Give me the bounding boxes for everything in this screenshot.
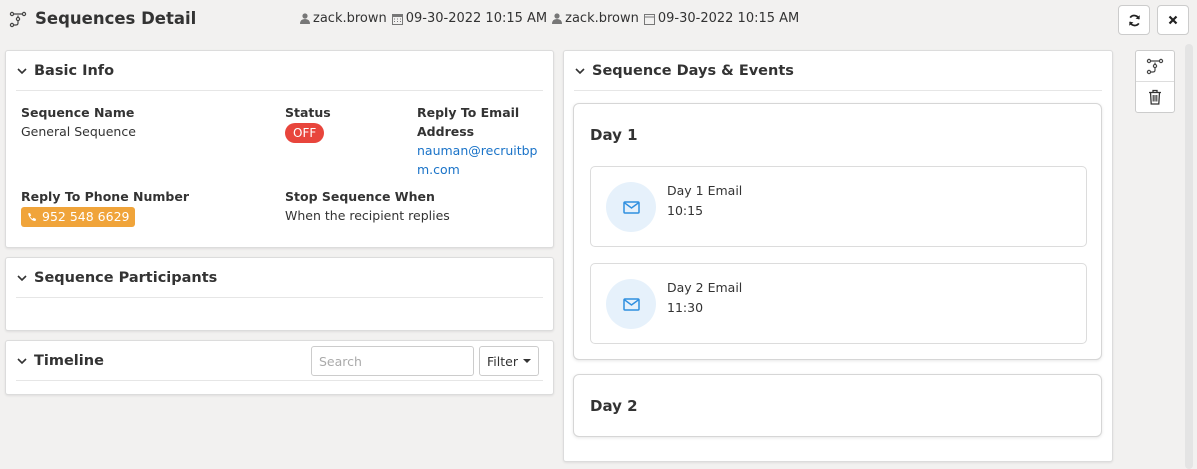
side-toolbar	[1135, 50, 1175, 113]
stop-when-value: When the recipient replies	[285, 208, 450, 223]
refresh-icon	[1128, 14, 1140, 26]
basic-info-header[interactable]: Basic Info	[16, 51, 543, 91]
event-card[interactable]: Day 1 Email 10:15	[590, 166, 1087, 247]
sequence-icon	[9, 11, 27, 28]
days-events-header[interactable]: Sequence Days & Events	[574, 51, 1102, 91]
panel-title: Basic Info	[34, 62, 115, 79]
event-name: Day 2 Email	[667, 280, 743, 295]
chevron-down-icon	[17, 358, 27, 365]
sequence-icon	[1146, 58, 1164, 75]
chevron-down-icon	[17, 275, 27, 282]
panel-title: Sequence Participants	[34, 269, 218, 286]
reply-email-link[interactable]: nauman@recruitbp m.com	[417, 141, 538, 179]
timeline-panel: Timeline Filter	[5, 340, 554, 395]
stop-when-label: Stop Sequence When	[285, 189, 435, 204]
calendar-icon	[391, 13, 403, 25]
scrollbar[interactable]	[1185, 44, 1193, 469]
created-at: 09-30-2022 10:15 AM	[405, 11, 548, 26]
filter-dropdown-button[interactable]: Filter	[479, 346, 539, 376]
reply-phone-label: Reply To Phone Number	[21, 189, 189, 204]
day-title: Day 2	[590, 397, 638, 415]
filter-label: Filter	[487, 353, 518, 369]
sequence-name-label: Sequence Name	[21, 105, 135, 120]
envelope-icon	[606, 182, 656, 232]
basic-info-panel: Basic Info Sequence Name General Sequenc…	[5, 50, 554, 248]
reply-phone-badge[interactable]: 952 548 6629	[21, 207, 136, 227]
record-meta: zack.brown 09-30-2022 10:15 AM zack.brow…	[300, 11, 799, 26]
page-title: Sequences Detail	[35, 9, 197, 28]
modified-at: 09-30-2022 10:15 AM	[657, 11, 800, 26]
phone-icon	[28, 213, 36, 222]
calendar-icon	[643, 13, 655, 25]
timeline-search-input[interactable]	[311, 346, 474, 376]
days-events-panel: Sequence Days & Events Day 1 Day 1 Email…	[563, 50, 1113, 462]
page-header: Sequences Detail zack.brown 09-30-2022 1…	[0, 0, 1197, 40]
close-icon	[1168, 15, 1178, 25]
event-card[interactable]: Day 2 Email 11:30	[590, 263, 1087, 344]
panel-title: Timeline	[34, 352, 104, 369]
close-button[interactable]	[1157, 5, 1189, 35]
refresh-button[interactable]	[1118, 5, 1150, 35]
day-card: Day 1 Day 1 Email 10:15 Day 2 Email 11:3…	[573, 103, 1102, 360]
user-icon	[300, 13, 310, 24]
created-by: zack.brown	[313, 11, 387, 26]
sequence-name-value: General Sequence	[21, 124, 136, 139]
modified-by: zack.brown	[565, 11, 639, 26]
event-time: 11:30	[667, 300, 704, 315]
panel-title: Sequence Days & Events	[592, 62, 794, 79]
sequence-tool-button[interactable]	[1136, 51, 1174, 81]
user-icon	[552, 13, 563, 24]
event-time: 10:15	[667, 203, 704, 218]
chevron-down-icon	[17, 68, 27, 75]
event-name: Day 1 Email	[667, 183, 743, 198]
reply-email-label: Reply To Email Address	[417, 105, 520, 139]
day-title: Day 1	[590, 126, 638, 144]
status-badge[interactable]: OFF	[285, 123, 325, 143]
chevron-down-icon	[575, 68, 585, 75]
delete-button[interactable]	[1136, 82, 1174, 112]
trash-icon	[1149, 89, 1161, 105]
participants-header[interactable]: Sequence Participants	[16, 258, 543, 298]
day-card: Day 2	[573, 374, 1102, 437]
envelope-icon	[606, 279, 656, 329]
caret-down-icon	[522, 359, 531, 363]
participants-panel: Sequence Participants	[5, 257, 554, 331]
status-label: Status	[285, 105, 331, 120]
